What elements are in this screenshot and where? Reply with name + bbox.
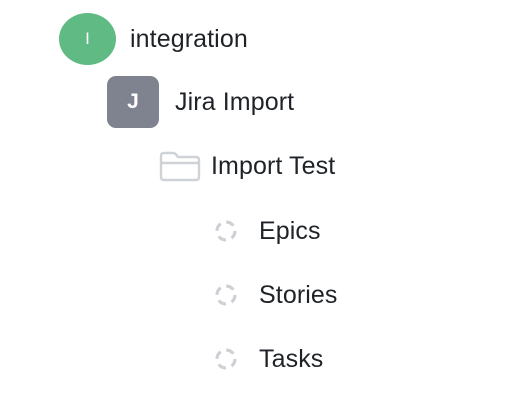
list-item-label: Stories xyxy=(259,280,338,309)
project-avatar: J xyxy=(107,76,159,128)
folder-name: Import Test xyxy=(211,151,336,180)
list-item-epics[interactable]: Epics xyxy=(213,205,321,257)
workspace-avatar: I xyxy=(59,13,116,65)
list-item-stories[interactable]: Stories xyxy=(213,269,338,321)
dashed-circle-status-icon xyxy=(213,282,239,308)
workspace-row[interactable]: I integration xyxy=(59,13,248,65)
dashed-circle-status-icon xyxy=(213,218,239,244)
workspace-name: integration xyxy=(130,24,248,53)
project-name: Jira Import xyxy=(175,87,295,116)
hierarchy-tree: I integration J Jira Import Import Test … xyxy=(0,0,530,400)
project-row[interactable]: J Jira Import xyxy=(107,76,294,128)
folder-icon xyxy=(157,149,203,183)
dashed-circle-status-icon xyxy=(213,346,239,372)
folder-row[interactable]: Import Test xyxy=(157,140,335,192)
list-item-label: Epics xyxy=(259,216,321,245)
list-item-tasks[interactable]: Tasks xyxy=(213,333,323,385)
list-item-label: Tasks xyxy=(259,344,324,373)
